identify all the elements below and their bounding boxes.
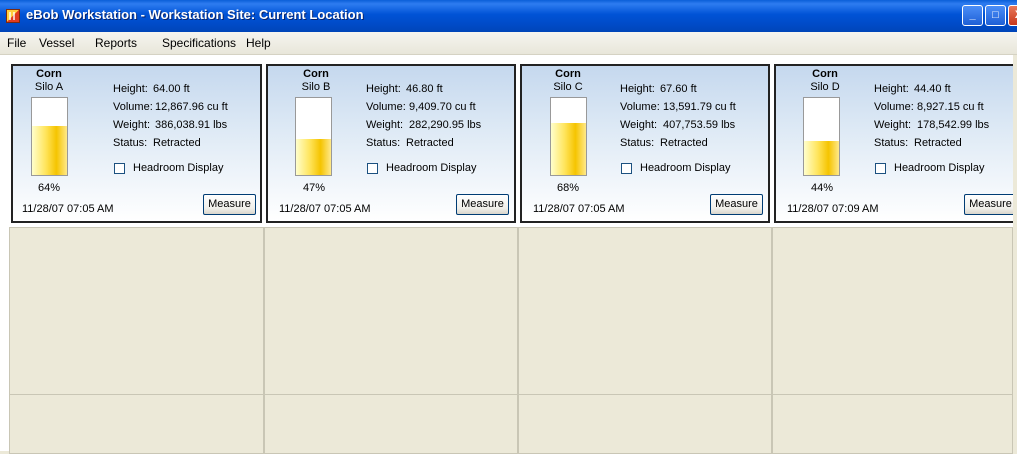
silo-name: Silo B (301, 81, 331, 93)
timestamp: 11/28/07 07:09 AM (787, 203, 879, 215)
menu-vessel[interactable]: Vessel (39, 36, 74, 50)
commodity-label: Corn (555, 68, 581, 80)
silo-panel-a[interactable]: Corn Silo A 64% Height: 64.00 ft Volume:… (11, 64, 262, 223)
menu-file[interactable]: File (7, 36, 26, 50)
menu-reports[interactable]: Reports (95, 36, 137, 50)
menu-specifications[interactable]: Specifications (162, 36, 236, 50)
app-icon[interactable] (6, 9, 20, 23)
headroom-label[interactable]: Headroom Display (640, 162, 730, 174)
empty-slot (518, 227, 772, 395)
empty-slot (772, 394, 1013, 454)
status-value: Retracted (153, 137, 201, 149)
silo-name: Silo A (34, 81, 64, 93)
volume-value: 13,591.79 cu ft (663, 101, 736, 113)
weight-value: 407,753.59 lbs (663, 119, 736, 131)
commodity-label: Corn (812, 68, 838, 80)
measure-button[interactable]: Measure (710, 194, 763, 215)
scrollbar-edge[interactable] (1013, 55, 1017, 451)
height-value: 67.60 ft (660, 83, 697, 95)
empty-slot (264, 394, 518, 454)
status-value: Retracted (406, 137, 454, 149)
headroom-checkbox[interactable] (114, 163, 125, 174)
status-value: Retracted (660, 137, 708, 149)
gauge-fill (804, 141, 839, 175)
timestamp: 11/28/07 07:05 AM (279, 203, 371, 215)
headroom-checkbox[interactable] (367, 163, 378, 174)
headroom-label[interactable]: Headroom Display (386, 162, 476, 174)
empty-slot (518, 394, 772, 454)
empty-slot (264, 227, 518, 395)
menu-help[interactable]: Help (246, 36, 271, 50)
volume-value: 8,927.15 cu ft (917, 101, 984, 113)
timestamp: 11/28/07 07:05 AM (22, 203, 114, 215)
minimize-button[interactable]: _ (962, 5, 983, 26)
close-button[interactable]: X (1008, 5, 1017, 26)
menu-bar: File Vessel Reports Specifications Help (0, 32, 1017, 55)
window-title: eBob Workstation - Workstation Site: Cur… (26, 7, 364, 22)
volume-value: 9,409.70 cu ft (409, 101, 476, 113)
weight-value: 178,542.99 lbs (917, 119, 990, 131)
headroom-label[interactable]: Headroom Display (894, 162, 984, 174)
maximize-button[interactable]: □ (985, 5, 1006, 26)
fill-gauge (295, 97, 332, 176)
weight-value: 282,290.95 lbs (409, 119, 482, 131)
empty-slot (772, 227, 1013, 395)
height-value: 46.80 ft (406, 83, 443, 95)
silo-panel-d[interactable]: Corn Silo D 44% Height: 44.40 ft Volume:… (774, 64, 1017, 223)
headroom-label[interactable]: Headroom Display (133, 162, 223, 174)
gauge-fill (32, 125, 67, 175)
height-value: 44.40 ft (914, 83, 951, 95)
fill-percent: 44% (810, 182, 834, 194)
headroom-checkbox[interactable] (621, 163, 632, 174)
measure-button[interactable]: Measure (964, 194, 1017, 215)
fill-percent: 47% (302, 182, 326, 194)
silo-grid: Corn Silo A 64% Height: 64.00 ft Volume:… (0, 55, 1017, 454)
gauge-fill (296, 138, 331, 175)
measure-button[interactable]: Measure (456, 194, 509, 215)
fill-percent: 64% (37, 182, 61, 194)
silo-name: Silo D (810, 81, 840, 93)
fill-gauge (31, 97, 68, 176)
timestamp: 11/28/07 07:05 AM (533, 203, 625, 215)
fill-percent: 68% (556, 182, 580, 194)
fill-gauge (803, 97, 840, 176)
silo-panel-b[interactable]: Corn Silo B 47% Height: 46.80 ft Volume:… (266, 64, 516, 223)
silo-name: Silo C (553, 81, 583, 93)
empty-slot (9, 394, 264, 454)
commodity-label: Corn (303, 68, 329, 80)
empty-slot (9, 227, 264, 395)
measure-button[interactable]: Measure (203, 194, 256, 215)
gauge-fill (551, 122, 586, 175)
volume-value: 12,867.96 cu ft (155, 101, 228, 113)
weight-value: 386,038.91 lbs (155, 119, 228, 131)
fill-gauge (550, 97, 587, 176)
headroom-checkbox[interactable] (875, 163, 886, 174)
height-value: 64.00 ft (153, 83, 190, 95)
status-value: Retracted (914, 137, 962, 149)
silo-panel-c[interactable]: Corn Silo C 68% Height: 67.60 ft Volume:… (520, 64, 770, 223)
commodity-label: Corn (36, 68, 62, 80)
title-bar: eBob Workstation - Workstation Site: Cur… (0, 0, 1017, 32)
